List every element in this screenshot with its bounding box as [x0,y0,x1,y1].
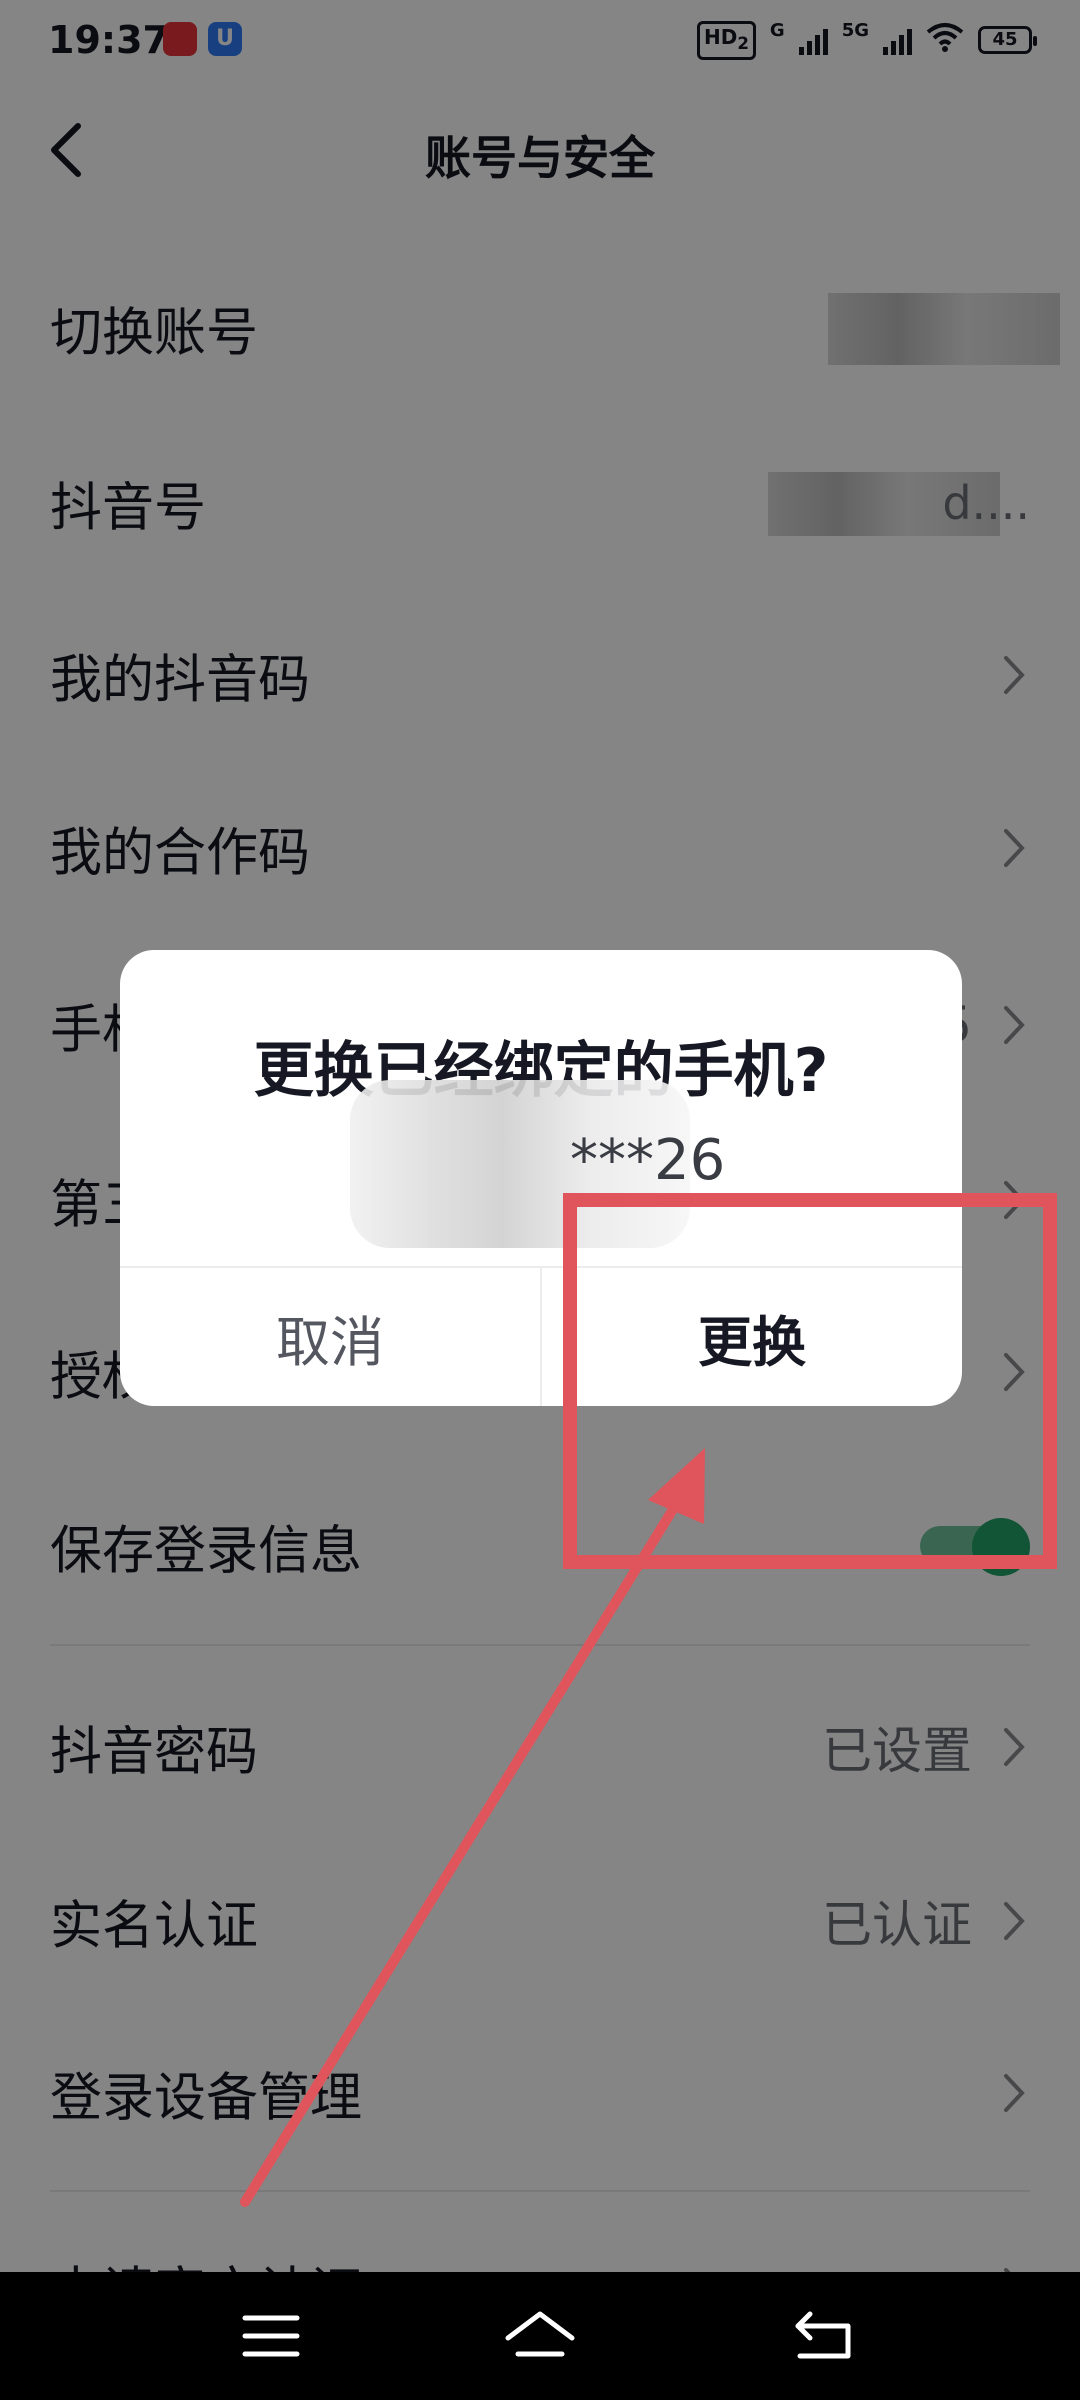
nav-menu-button[interactable] [233,2298,309,2374]
screen: 19:37 U HD2 G 5G 45 账号与安全 切换账号 抖音号 d....… [0,0,1080,2400]
system-nav-bar [0,2272,1080,2400]
dialog-phone-number: ***26 [570,1128,726,1193]
home-icon [505,2311,575,2357]
cancel-button[interactable]: 取消 [120,1268,540,1406]
nav-return-button[interactable] [786,2298,862,2374]
change-phone-dialog: 更换已经绑定的手机? ***26 取消 更换 [120,950,962,1406]
nav-home-button[interactable] [502,2298,578,2374]
return-icon [795,2311,851,2359]
confirm-change-button[interactable]: 更换 [542,1268,962,1406]
menu-icon [242,2315,300,2357]
